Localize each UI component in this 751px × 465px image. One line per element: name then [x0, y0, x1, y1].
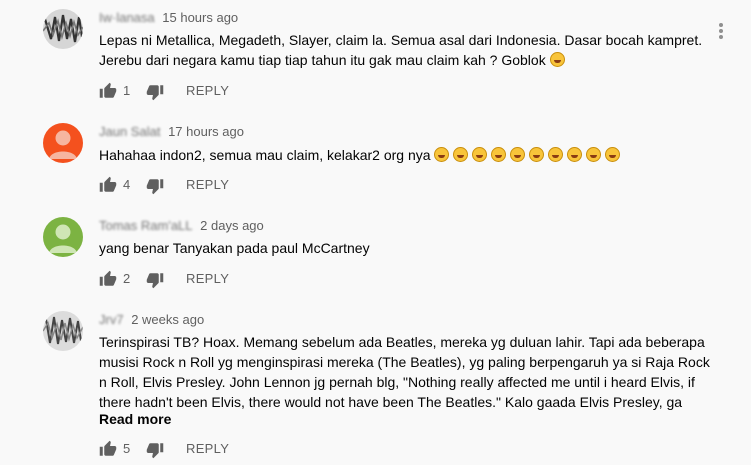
thumbs-down-icon[interactable]	[146, 177, 164, 195]
thumbs-up-icon[interactable]	[99, 440, 117, 458]
comment-time[interactable]: 17 hours ago	[168, 124, 244, 139]
comment-text: Terinspirasi TB? Hoax. Memang sebelum ad…	[99, 332, 719, 412]
reply-button[interactable]: REPLY	[186, 173, 229, 197]
avatar[interactable]	[43, 311, 83, 351]
comment-time[interactable]: 2 days ago	[200, 218, 264, 233]
comment-time[interactable]: 15 hours ago	[162, 10, 238, 25]
thumbs-down-icon[interactable]	[146, 271, 164, 289]
static-pattern-avatar-icon	[43, 311, 83, 351]
comment-text-line: yang benar Tanyakan pada paul McCartney	[99, 240, 370, 256]
author-name[interactable]: Tomas Ram'aLL	[99, 218, 193, 233]
emoji-row	[434, 147, 624, 163]
thumbs-down-icon[interactable]	[146, 441, 164, 459]
laughing-emoji-icon	[567, 147, 583, 162]
laughing-emoji-icon	[434, 147, 450, 162]
laughing-emoji-icon	[529, 147, 545, 162]
comment-time[interactable]: 2 weeks ago	[131, 312, 204, 327]
reply-button[interactable]: REPLY	[186, 267, 229, 291]
read-more-button[interactable]: Read more	[99, 411, 171, 427]
author-name[interactable]: Jrv7	[99, 312, 124, 327]
person-icon	[49, 130, 77, 159]
laughing-emoji-icon	[453, 147, 469, 162]
laughing-emoji-icon	[491, 147, 507, 162]
comment-text-line: Terinspirasi TB? Hoax. Memang sebelum ad…	[99, 334, 705, 350]
laughing-emoji-icon	[548, 147, 564, 162]
comment-text: Lepas ni Metallica, Megadeth, Slayer, cl…	[99, 30, 719, 70]
thumbs-up-icon[interactable]	[99, 270, 117, 288]
comment-text-line: Jerebu dari negara kamu tiap tiap tahun …	[99, 50, 719, 70]
comment-text-line: Hahahaa indon2, semua mau claim, kelakar…	[99, 145, 719, 165]
avatar[interactable]	[43, 217, 83, 257]
comment-header: Iw·lanasa 15 hours ago	[99, 10, 238, 25]
laughing-emoji-icon	[472, 147, 488, 162]
person-icon	[49, 224, 77, 253]
reply-button[interactable]: REPLY	[186, 437, 229, 461]
author-name[interactable]: Jaun Salat	[99, 124, 160, 139]
comment-text-line: musisi Rock n Roll yg menginspirasi mere…	[99, 354, 710, 370]
comment-text-line-content: Hahahaa indon2, semua mau claim, kelakar…	[99, 147, 431, 163]
laughing-emoji-icon	[549, 52, 565, 67]
avatar[interactable]	[43, 9, 83, 49]
like-count: 5	[123, 441, 131, 456]
comment-text-line-content: Jerebu dari negara kamu tiap tiap tahun …	[99, 52, 546, 68]
thumbs-down-icon[interactable]	[146, 83, 164, 101]
comment-text: Hahahaa indon2, semua mau claim, kelakar…	[99, 145, 719, 165]
laughing-emoji-icon	[510, 147, 526, 162]
thumbs-up-icon[interactable]	[99, 82, 117, 100]
avatar[interactable]	[43, 123, 83, 163]
static-pattern-avatar-icon	[43, 9, 83, 49]
comment-text: yang benar Tanyakan pada paul McCartney	[99, 238, 719, 258]
comment-text-line: there hadn't been Elvis, there would not…	[99, 394, 683, 410]
laughing-emoji-icon	[605, 147, 621, 162]
comment-header: Tomas Ram'aLL 2 days ago	[99, 218, 264, 233]
comment-text-line: n Roll, Elvis Presley. John Lennon jg pe…	[99, 374, 695, 390]
comment-text-line: Lepas ni Metallica, Megadeth, Slayer, cl…	[99, 32, 703, 48]
laughing-emoji-icon	[586, 147, 602, 162]
like-count: 4	[123, 177, 131, 192]
reply-button[interactable]: REPLY	[186, 79, 229, 103]
comment-header: Jaun Salat 17 hours ago	[99, 124, 244, 139]
like-count: 2	[123, 271, 131, 286]
author-name[interactable]: Iw·lanasa	[99, 10, 155, 25]
like-count: 1	[123, 83, 131, 98]
thumbs-up-icon[interactable]	[99, 176, 117, 194]
comment-header: Jrv7 2 weeks ago	[99, 312, 204, 327]
